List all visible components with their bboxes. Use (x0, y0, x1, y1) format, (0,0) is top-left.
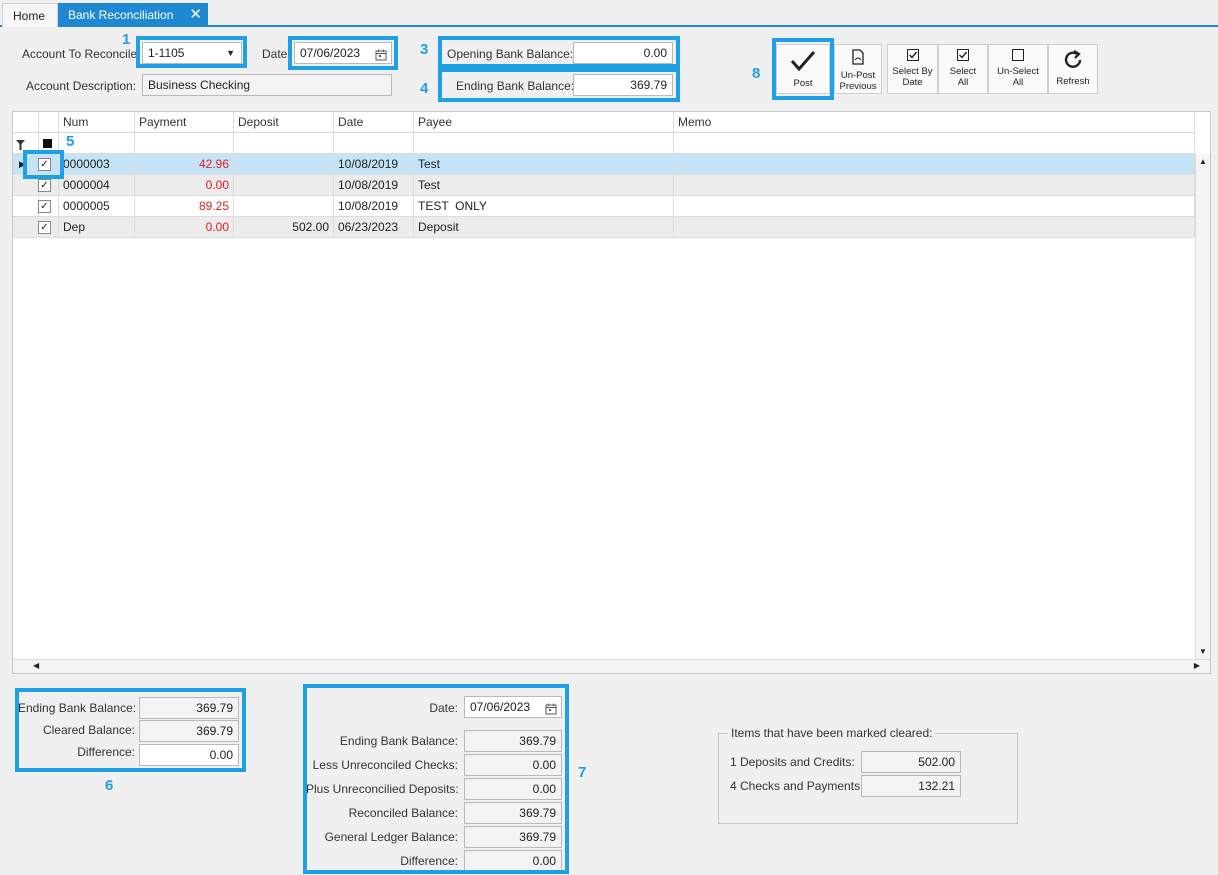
cell-payee: TEST ONLY (414, 196, 674, 217)
cell-payment: 0.00 (135, 175, 234, 196)
transactions-grid: Num Payment Deposit Date Payee Memo ▶ ✓ … (12, 111, 1211, 674)
tab-label: Bank Reconciliation (68, 8, 174, 22)
description-label: Account Description: (26, 79, 137, 93)
cell-date: 10/08/2019 (334, 154, 414, 175)
horizontal-scrollbar[interactable]: ◀ ▶ (13, 659, 1210, 673)
cell-memo (674, 175, 1195, 196)
column-num[interactable]: Num (59, 112, 135, 133)
column-memo[interactable]: Memo (674, 112, 1195, 133)
cell-num: 0000004 (59, 175, 135, 196)
cell-memo (674, 217, 1195, 238)
table-row[interactable]: ▶ ✓ 0000003 42.96 10/08/2019 Test (13, 154, 1195, 175)
column-payment[interactable]: Payment (135, 112, 234, 133)
callout-5: 5 (66, 133, 75, 150)
cell-payee: Test (414, 154, 674, 175)
checkbox-empty-icon (989, 49, 1047, 64)
cell-num: 0000005 (59, 196, 135, 217)
column-date[interactable]: Date (334, 112, 414, 133)
checkbox-checked-icon (888, 49, 937, 64)
row-checkbox[interactable]: ✓ (38, 221, 51, 234)
cell-deposit (234, 196, 334, 217)
callout-1: 1 (122, 31, 131, 48)
cell-payee: Test (414, 175, 674, 196)
unpost-previous-button[interactable]: Un-Post Previous (834, 44, 882, 94)
highlight-4 (438, 68, 680, 102)
cell-date: 06/23/2023 (334, 217, 414, 238)
cell-date: 10/08/2019 (334, 196, 414, 217)
table-row[interactable]: ✓ 0000004 0.00 10/08/2019 Test (13, 175, 1195, 196)
highlight-6 (15, 688, 246, 772)
callout-3: 3 (420, 41, 429, 58)
tab-home[interactable]: Home (2, 3, 58, 27)
description-field[interactable]: Business Checking (142, 74, 392, 96)
cell-payment: 0.00 (135, 217, 234, 238)
select-all-label-2: All (957, 77, 969, 88)
select-by-date-label-2: Date (902, 77, 923, 88)
cell-num: Dep (59, 217, 135, 238)
highlight-5 (23, 150, 64, 179)
header-check-cell (39, 112, 59, 133)
unpost-label-2: Previous (839, 81, 877, 92)
column-payee[interactable]: Payee (414, 112, 674, 133)
highlight-8 (772, 38, 834, 100)
tab-bar: Home Bank Reconciliation ✕ (0, 0, 1218, 27)
cell-deposit (234, 175, 334, 196)
cell-deposit (234, 154, 334, 175)
cleared-deposits-field[interactable]: 502.00 (861, 751, 961, 773)
cleared-deposits-label: 1 Deposits and Credits: (730, 755, 855, 769)
highlight-1 (136, 36, 247, 68)
select-all-label-1: Select (949, 66, 977, 77)
cell-num: 0000003 (59, 154, 135, 175)
callout-7: 7 (578, 764, 587, 781)
scroll-right-icon[interactable]: ▶ (1194, 661, 1200, 670)
table-row[interactable]: ✓ Dep 0.00 502.00 06/23/2023 Deposit (13, 217, 1195, 238)
header-indicator-cell (13, 112, 39, 133)
refresh-button[interactable]: Refresh (1048, 44, 1098, 94)
vertical-scrollbar[interactable]: ▲ ▼ (1195, 154, 1210, 659)
highlight-7 (303, 684, 569, 874)
cell-deposit: 502.00 (234, 217, 334, 238)
cell-memo (674, 154, 1195, 175)
row-checkbox[interactable]: ✓ (38, 200, 51, 213)
callout-6: 6 (105, 777, 114, 794)
unselect-all-label-2: All (1012, 77, 1024, 88)
callout-4: 4 (420, 80, 429, 97)
document-icon (835, 49, 881, 68)
cleared-checks-label: 4 Checks and Payments: (730, 779, 864, 793)
cell-date: 10/08/2019 (334, 175, 414, 196)
column-deposit[interactable]: Deposit (234, 112, 334, 133)
grid-header: Num Payment Deposit Date Payee Memo (13, 112, 1195, 133)
table-row[interactable]: ✓ 0000005 89.25 10/08/2019 TEST ONLY (13, 196, 1195, 217)
scroll-down-icon[interactable]: ▼ (1199, 647, 1207, 656)
tab-bank-reconciliation[interactable]: Bank Reconciliation ✕ (58, 3, 208, 27)
cell-payment: 89.25 (135, 196, 234, 217)
scroll-up-icon[interactable]: ▲ (1199, 157, 1207, 166)
cell-payee: Deposit (414, 217, 674, 238)
refresh-icon (1049, 49, 1097, 74)
select-all-button[interactable]: Select All (938, 44, 988, 94)
date-label: Date: (262, 47, 291, 61)
checkbox-checked-icon (939, 49, 987, 64)
select-all-checkbox[interactable] (43, 139, 52, 148)
cell-memo (674, 196, 1195, 217)
cleared-group-title: Items that have been marked cleared: (728, 726, 936, 740)
unselect-all-label-1: Un-Select (997, 66, 1039, 77)
select-by-date-label-1: Select By (892, 66, 933, 77)
refresh-label: Refresh (1056, 76, 1090, 87)
highlight-2 (288, 36, 398, 70)
close-icon[interactable]: ✕ (189, 3, 202, 27)
select-by-date-button[interactable]: Select By Date (887, 44, 938, 94)
cell-payment: 42.96 (135, 154, 234, 175)
unselect-all-button[interactable]: Un-Select All (988, 44, 1048, 94)
row-checkbox[interactable]: ✓ (38, 179, 51, 192)
highlight-3 (438, 36, 680, 68)
unpost-label-1: Un-Post (840, 70, 876, 81)
filter-row (13, 133, 1195, 154)
cleared-checks-field[interactable]: 132.21 (861, 775, 961, 797)
scroll-left-icon[interactable]: ◀ (33, 661, 39, 670)
callout-8: 8 (752, 65, 761, 82)
account-label: Account To Reconcile: (22, 47, 141, 61)
